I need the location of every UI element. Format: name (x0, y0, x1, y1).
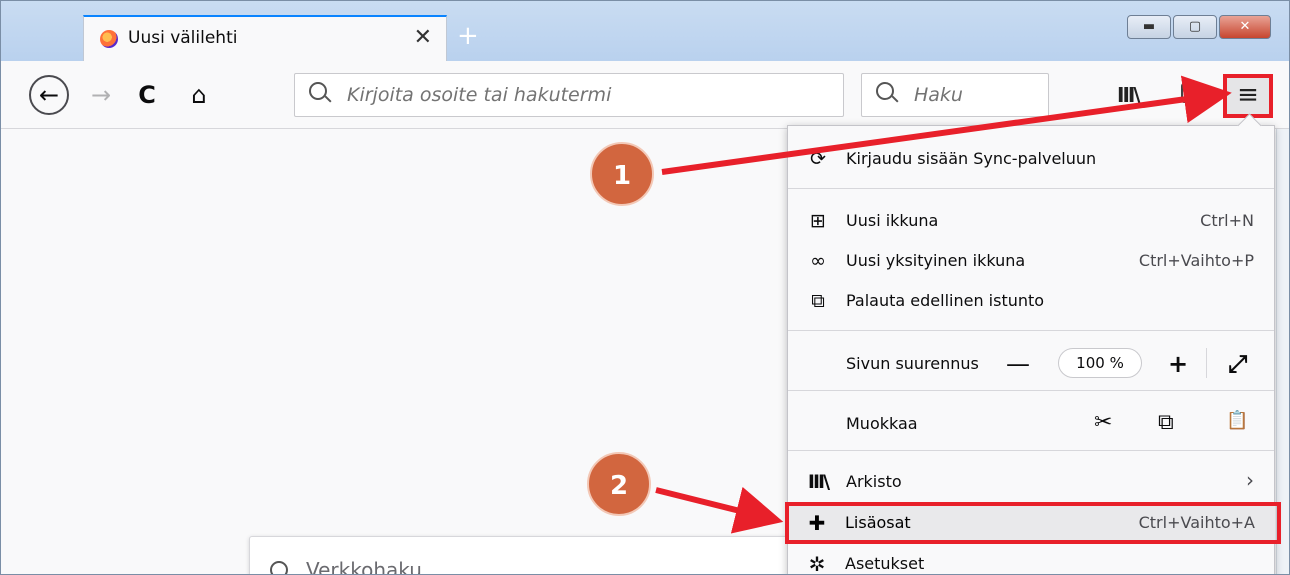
menu-divider (788, 330, 1274, 331)
zoom-in-button[interactable]: + (1168, 352, 1188, 376)
search-placeholder: Haku (914, 84, 963, 106)
menu-item-addons[interactable]: ✚ Lisäosat Ctrl+Vaihto+A (787, 506, 1275, 540)
menu-item-sync[interactable]: ⟳ Kirjaudu sisään Sync-palveluun (788, 142, 1274, 176)
menu-divider (788, 450, 1274, 451)
url-placeholder: Kirjoita osoite tai hakutermi (347, 84, 612, 106)
menu-item-shortcut: Ctrl+Vaihto+P (1138, 251, 1254, 270)
zoom-label: Sivun suurennus (846, 354, 979, 373)
gear-icon: ✲ (808, 552, 826, 575)
web-search-box[interactable]: Verkkohaku (249, 536, 809, 575)
new-tab-button[interactable]: + (457, 23, 479, 49)
search-icon (876, 82, 894, 100)
menu-divider (788, 390, 1274, 391)
menu-item-library[interactable]: III\ Arkisto › (788, 465, 1274, 499)
restore-session-icon: ⧉ (811, 290, 825, 312)
search-bar[interactable]: Haku (861, 73, 1049, 117)
scrollbar[interactable] (1276, 129, 1289, 574)
window-controls: ▬ ▢ ✕ (1127, 15, 1271, 39)
chevron-right-icon: › (1246, 468, 1254, 492)
home-button[interactable]: ⌂ (179, 75, 219, 115)
menu-item-shortcut: Ctrl+Vaihto+A (1138, 513, 1255, 532)
forward-button[interactable]: → (81, 75, 121, 115)
tab-strip: Uusi välilehti ✕ + ▬ ▢ ✕ (1, 1, 1289, 61)
menu-row-edit: Muokkaa ✂ ⧉ 📋 (788, 404, 1274, 442)
navigation-toolbar: ← → C ⌂ Kirjoita osoite tai hakutermi Ha… (1, 61, 1289, 129)
menu-item-label: Uusi yksityinen ikkuna (846, 251, 1026, 270)
menu-item-label: Lisäosat (845, 513, 911, 532)
new-window-icon: ⊞ (810, 210, 826, 232)
copy-icon[interactable]: ⧉ (1158, 410, 1174, 435)
url-bar[interactable]: Kirjoita osoite tai hakutermi (294, 73, 844, 117)
web-search-placeholder: Verkkohaku (306, 558, 422, 575)
sidebar-icon[interactable] (1181, 83, 1203, 103)
step-1-badge: 1 (590, 142, 654, 206)
search-icon (270, 561, 288, 574)
sync-icon: ⟳ (810, 148, 826, 170)
firefox-logo-icon (100, 30, 118, 48)
menu-item-new-window[interactable]: ⊞ Uusi ikkuna Ctrl+N (788, 204, 1274, 238)
menu-item-private-window[interactable]: ∞ Uusi yksityinen ikkuna Ctrl+Vaihto+P (788, 244, 1274, 278)
zoom-divider (1206, 348, 1207, 378)
cut-icon[interactable]: ✂ (1094, 410, 1112, 435)
menu-item-label: Arkisto (846, 472, 902, 491)
zoom-out-button[interactable]: — (1006, 352, 1030, 376)
menu-item-restore-session[interactable]: ⧉ Palauta edellinen istunto (788, 284, 1274, 318)
minimize-button[interactable]: ▬ (1127, 15, 1171, 39)
step-2-badge: 2 (587, 452, 651, 516)
tab-title: Uusi välilehti (128, 28, 238, 48)
zoom-reset-button[interactable]: 100 % (1058, 348, 1142, 378)
search-icon (309, 82, 327, 100)
paste-icon[interactable]: 📋 (1226, 410, 1248, 431)
menu-divider (788, 188, 1274, 189)
menu-item-label: Palauta edellinen istunto (846, 291, 1045, 310)
menu-item-label: Asetukset (845, 554, 925, 573)
puzzle-icon: ✚ (808, 511, 826, 535)
menu-item-label: Uusi ikkuna (846, 211, 939, 230)
library-icon[interactable]: III\ (1117, 83, 1141, 107)
menu-item-shortcut: Ctrl+N (1200, 211, 1254, 230)
private-mask-icon: ∞ (810, 250, 826, 272)
reload-button[interactable]: C (127, 75, 167, 115)
close-tab-icon[interactable]: ✕ (414, 25, 432, 50)
library-icon: III\ (807, 471, 830, 493)
menu-row-zoom: Sivun suurennus — 100 % + ⤢ (788, 344, 1274, 382)
close-window-button[interactable]: ✕ (1219, 15, 1271, 39)
menu-item-label: Kirjaudu sisään Sync-palveluun (846, 149, 1097, 168)
maximize-button[interactable]: ▢ (1173, 15, 1217, 39)
tab-new-tab[interactable]: Uusi välilehti ✕ (83, 15, 447, 61)
fullscreen-icon[interactable]: ⤢ (1228, 352, 1247, 376)
menu-item-settings[interactable]: ✲ Asetukset (787, 547, 1275, 575)
hamburger-menu-button[interactable]: ≡ (1223, 74, 1273, 118)
back-button[interactable]: ← (29, 75, 69, 115)
edit-label: Muokkaa (846, 414, 918, 433)
